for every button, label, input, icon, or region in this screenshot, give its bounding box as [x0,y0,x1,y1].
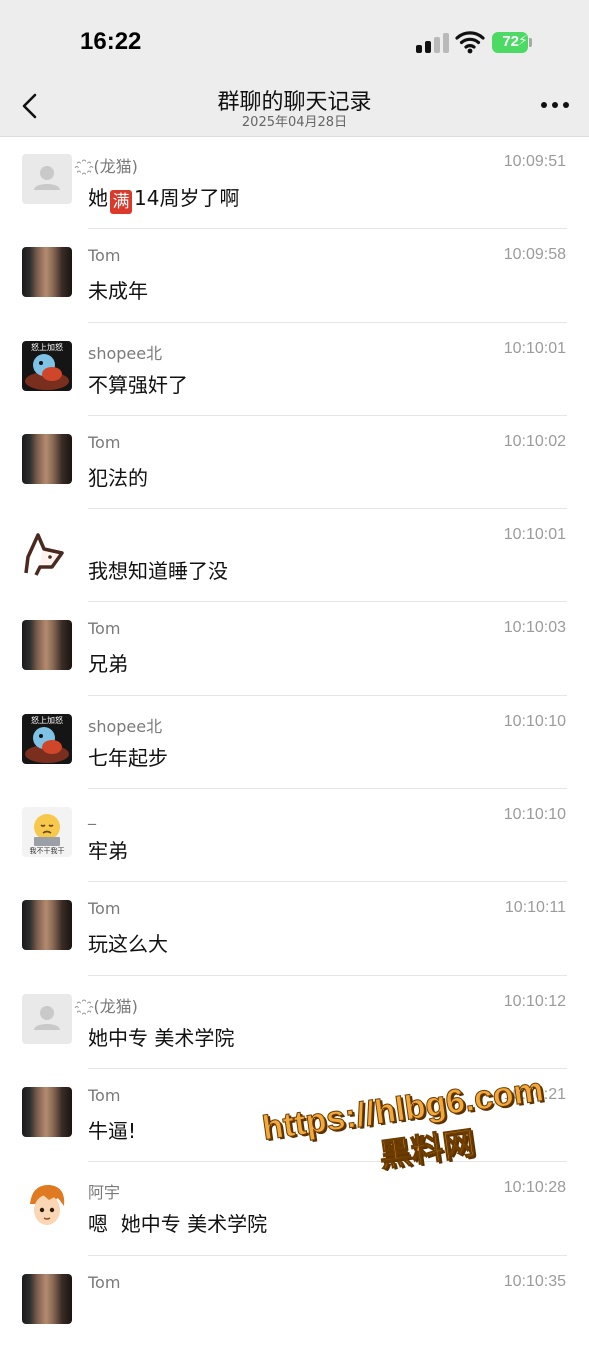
message-list[interactable]: ҈(龙猫) 10:09:51 她满 14周岁了啊 Tom 10:09:58 未成年… [0,136,589,1349]
avatar-anime-boy[interactable] [22,1180,72,1231]
avatar-caption: 我不干我干 [29,847,65,856]
message-time: 10:10:10 [503,712,566,730]
avatar-man-portrait[interactable] [22,900,72,951]
message-time: 10:09:51 [503,153,566,170]
message-time: 10:10:02 [503,432,566,450]
battery-charging-icon: 72 ⚡ [492,32,528,53]
message-time: 10:10:03 [503,619,566,637]
message-text: 兄弟 [88,652,128,677]
message-text: 玩这么大 [88,932,168,957]
message-text: 不算强奸了 [88,372,188,397]
avatar-man-portrait[interactable] [22,433,72,484]
avatar-man-portrait[interactable] [22,1273,72,1324]
message-item[interactable]: ҈(龙猫) 10:09:51 她满 14周岁了啊 [0,136,589,230]
full-emoji-icon: 满 [110,190,132,214]
message-item[interactable]: 阿宇 10:10:28 嗯 她中专 美术学院 [0,1162,589,1256]
message-time: 10:10:11 [504,899,566,917]
sender-name: 阿宇 [88,1183,121,1203]
default-avatar-icon [34,1005,60,1030]
more-button[interactable] [541,100,571,112]
message-item[interactable]: 怒上加怒 shopee北 10:10:10 七年起步 [0,696,589,790]
sender-name: Tom [88,1272,121,1292]
message-text: 犯法的 [88,465,148,490]
message-time: 10:10:10 [503,806,566,824]
sender-name: shopee北 [88,716,163,736]
message-item[interactable]: Tom 10:10:35 [0,1256,589,1349]
message-time: 10:10:01 [503,339,566,357]
message-item[interactable]: Tom 10:10:11 玩这么大 [0,882,589,976]
message-time: 10:10:35 [503,1272,566,1290]
anime-boy-icon [30,1185,65,1226]
avatar-squirtle-sticker[interactable]: 怒上加怒 [22,713,72,764]
message-item[interactable]: Tom 10:10:02 犯法的 [0,416,589,510]
message-text: 七年起步 [88,745,168,770]
message-item[interactable]: 我不干我干 _ 10:10:10 牢弟 [0,789,589,883]
message-text: 她中专 美术学院 [88,1025,235,1050]
avatar-man-portrait[interactable] [22,1086,72,1137]
sender-name: ҈(龙猫) [88,996,138,1016]
message-item[interactable]: ҈(龙猫) 10:10:12 她中专 美术学院 [0,976,589,1069]
status-bar: 16:22 72 ⚡ [0,0,589,78]
sender-name: Tom [88,1085,121,1105]
sender-name: shopee北 [88,343,163,363]
more-dots-icon [541,102,547,108]
avatar-default[interactable] [22,993,72,1044]
avatar-sketch-drawing[interactable] [22,527,72,578]
message-time: 10:09:58 [503,246,566,264]
default-avatar-icon [34,166,60,190]
message-text: 牢弟 [88,839,128,864]
wifi-icon [455,31,485,54]
sender-name: Tom [88,619,121,639]
message-item[interactable]: Tom 10:09:58 未成年 [0,229,589,323]
message-text: 嗯 她中专 美术学院 [88,1212,268,1237]
message-item[interactable]: 怒上加怒 shopee北 10:10:01 不算强奸了 [0,323,589,416]
avatar-caption: 怒上加怒 [31,342,63,352]
message-time: 10:10:01 [503,526,566,544]
sender-name: Tom [88,432,121,452]
page-subtitle-date: 2025年04月28日 [241,115,348,130]
avatar-caption: 怒上加怒 [31,715,63,725]
avatar-squirtle-sticker[interactable]: 怒上加怒 [22,340,72,391]
status-time: 16:22 [80,28,142,55]
sender-name: Tom [88,246,121,266]
message-text: 牛逼! [88,1118,137,1143]
sketch-icon [24,533,64,576]
avatar-man-portrait[interactable] [22,247,72,298]
avatar-man-portrait[interactable] [22,620,72,671]
cellular-signal-icon [416,33,450,53]
charging-bolt-icon: ⚡ [518,33,528,49]
message-text: 未成年 [88,279,148,304]
avatar-sad-emoji-laptop[interactable]: 我不干我干 [22,807,72,858]
battery-tip [529,38,532,47]
avatar-default[interactable] [22,154,72,204]
sender-name: Tom [88,899,121,919]
sender-name: _ [88,806,96,826]
message-item[interactable]: Tom 10:10:03 兄弟 [0,602,589,696]
message-item[interactable]: 10:10:01 我想知道睡了没 [0,509,589,603]
battery-level: 72 [502,33,519,50]
message-item[interactable]: Tom 10:10:21 牛逼! [0,1069,589,1163]
sender-name: ҈(龙猫) [88,157,138,176]
message-time: 10:10:21 [503,1085,566,1103]
message-time: 10:10:28 [503,1179,566,1197]
message-text: 她满 14周岁了啊 [88,186,240,214]
message-text: 我想知道睡了没 [88,559,228,584]
message-time: 10:10:12 [503,992,566,1010]
nav-bar: 群聊的聊天记录 2025年04月28日 [0,78,589,137]
